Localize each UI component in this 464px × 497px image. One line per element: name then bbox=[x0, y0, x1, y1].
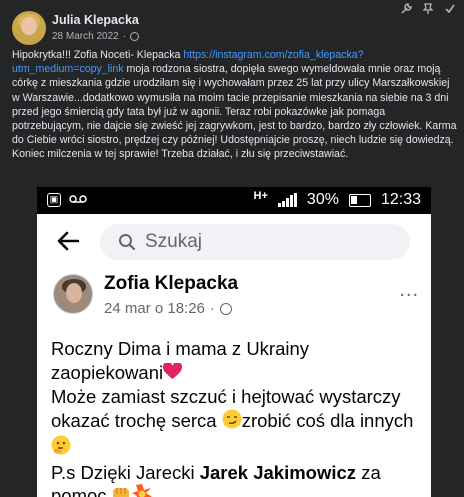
meta-separator: · bbox=[122, 31, 127, 42]
author-name[interactable]: Julia Klepacka bbox=[52, 13, 139, 27]
attached-screenshot[interactable]: ▣ H+ 30% 12:33 Szukaj Zofia Klepacka 24 … bbox=[37, 187, 431, 497]
pin-icon[interactable] bbox=[422, 3, 434, 18]
outer-post: Julia Klepacka 28 March 2022 · Hipokrytk… bbox=[0, 0, 464, 497]
signal-bar bbox=[289, 195, 293, 207]
inner-author-avatar[interactable] bbox=[53, 274, 93, 314]
network-type: H+ bbox=[253, 190, 268, 202]
checkmark-icon[interactable] bbox=[444, 3, 456, 18]
inner-post-body: Roczny Dima i mama z Ukrainy zaopiekowan… bbox=[51, 337, 423, 497]
battery-percent: 30% bbox=[306, 191, 339, 208]
smirk-emoji-icon bbox=[222, 409, 242, 435]
post-date[interactable]: 28 March 2022 bbox=[52, 31, 119, 42]
inner-meta-separator: · bbox=[209, 300, 215, 317]
admin-icons bbox=[400, 3, 456, 18]
signal-bar bbox=[293, 193, 297, 207]
red-heart-icon bbox=[163, 361, 183, 386]
status-right: H+ 30% 12:33 bbox=[253, 190, 421, 209]
thinking-emoji-icon bbox=[51, 435, 71, 461]
clock: 12:33 bbox=[380, 191, 421, 208]
voicemail-icon bbox=[69, 192, 87, 207]
signal-bar bbox=[281, 201, 285, 207]
status-left: ▣ bbox=[47, 192, 87, 207]
gallery-notification-icon: ▣ bbox=[47, 192, 61, 207]
phone-status-bar: ▣ H+ 30% 12:33 bbox=[37, 187, 431, 214]
more-options-icon[interactable]: ... bbox=[399, 279, 419, 302]
wrench-icon[interactable] bbox=[400, 3, 412, 18]
battery-icon bbox=[348, 193, 371, 207]
signal-bar bbox=[285, 198, 289, 207]
caption-body: moja rodzona siostra, dopięła swego wyme… bbox=[12, 63, 457, 161]
post-meta: 28 March 2022 · bbox=[52, 31, 140, 42]
inner-post-meta: 24 mar o 18:26 · bbox=[104, 300, 232, 317]
avatar-face bbox=[21, 17, 37, 35]
inner-globe-icon bbox=[219, 302, 232, 315]
search-icon bbox=[118, 233, 136, 251]
globe-icon bbox=[130, 32, 140, 41]
signal-icon bbox=[277, 193, 297, 207]
search-row: Szukaj bbox=[37, 214, 431, 269]
inner-avatar-face bbox=[66, 283, 82, 303]
signal-bar bbox=[277, 203, 281, 207]
search-input[interactable]: Szukaj bbox=[100, 224, 410, 260]
author-avatar[interactable] bbox=[12, 11, 46, 45]
body-line-2b: zrobić coś dla innych bbox=[241, 409, 414, 431]
fist-emoji-icon bbox=[112, 485, 132, 497]
search-placeholder: Szukaj bbox=[145, 231, 203, 252]
post-caption: Hipokrytka!!! Zofia Noceti- Klepacka htt… bbox=[12, 48, 458, 162]
caption-intro: Hipokrytka!!! Zofia Noceti- Klepacka bbox=[12, 49, 184, 61]
inner-timestamp[interactable]: 24 mar o 18:26 bbox=[104, 300, 205, 317]
back-arrow-icon[interactable] bbox=[57, 231, 80, 251]
post-header: Julia Klepacka 28 March 2022 · bbox=[0, 0, 464, 45]
inner-author-name[interactable]: Zofia Klepacka bbox=[104, 273, 238, 295]
tagged-user-link[interactable]: Jarek Jakimowicz bbox=[200, 462, 356, 483]
body-line-3-prefix: P.s Dzięki Jarecki bbox=[51, 461, 200, 483]
collision-emoji-icon bbox=[131, 484, 152, 497]
